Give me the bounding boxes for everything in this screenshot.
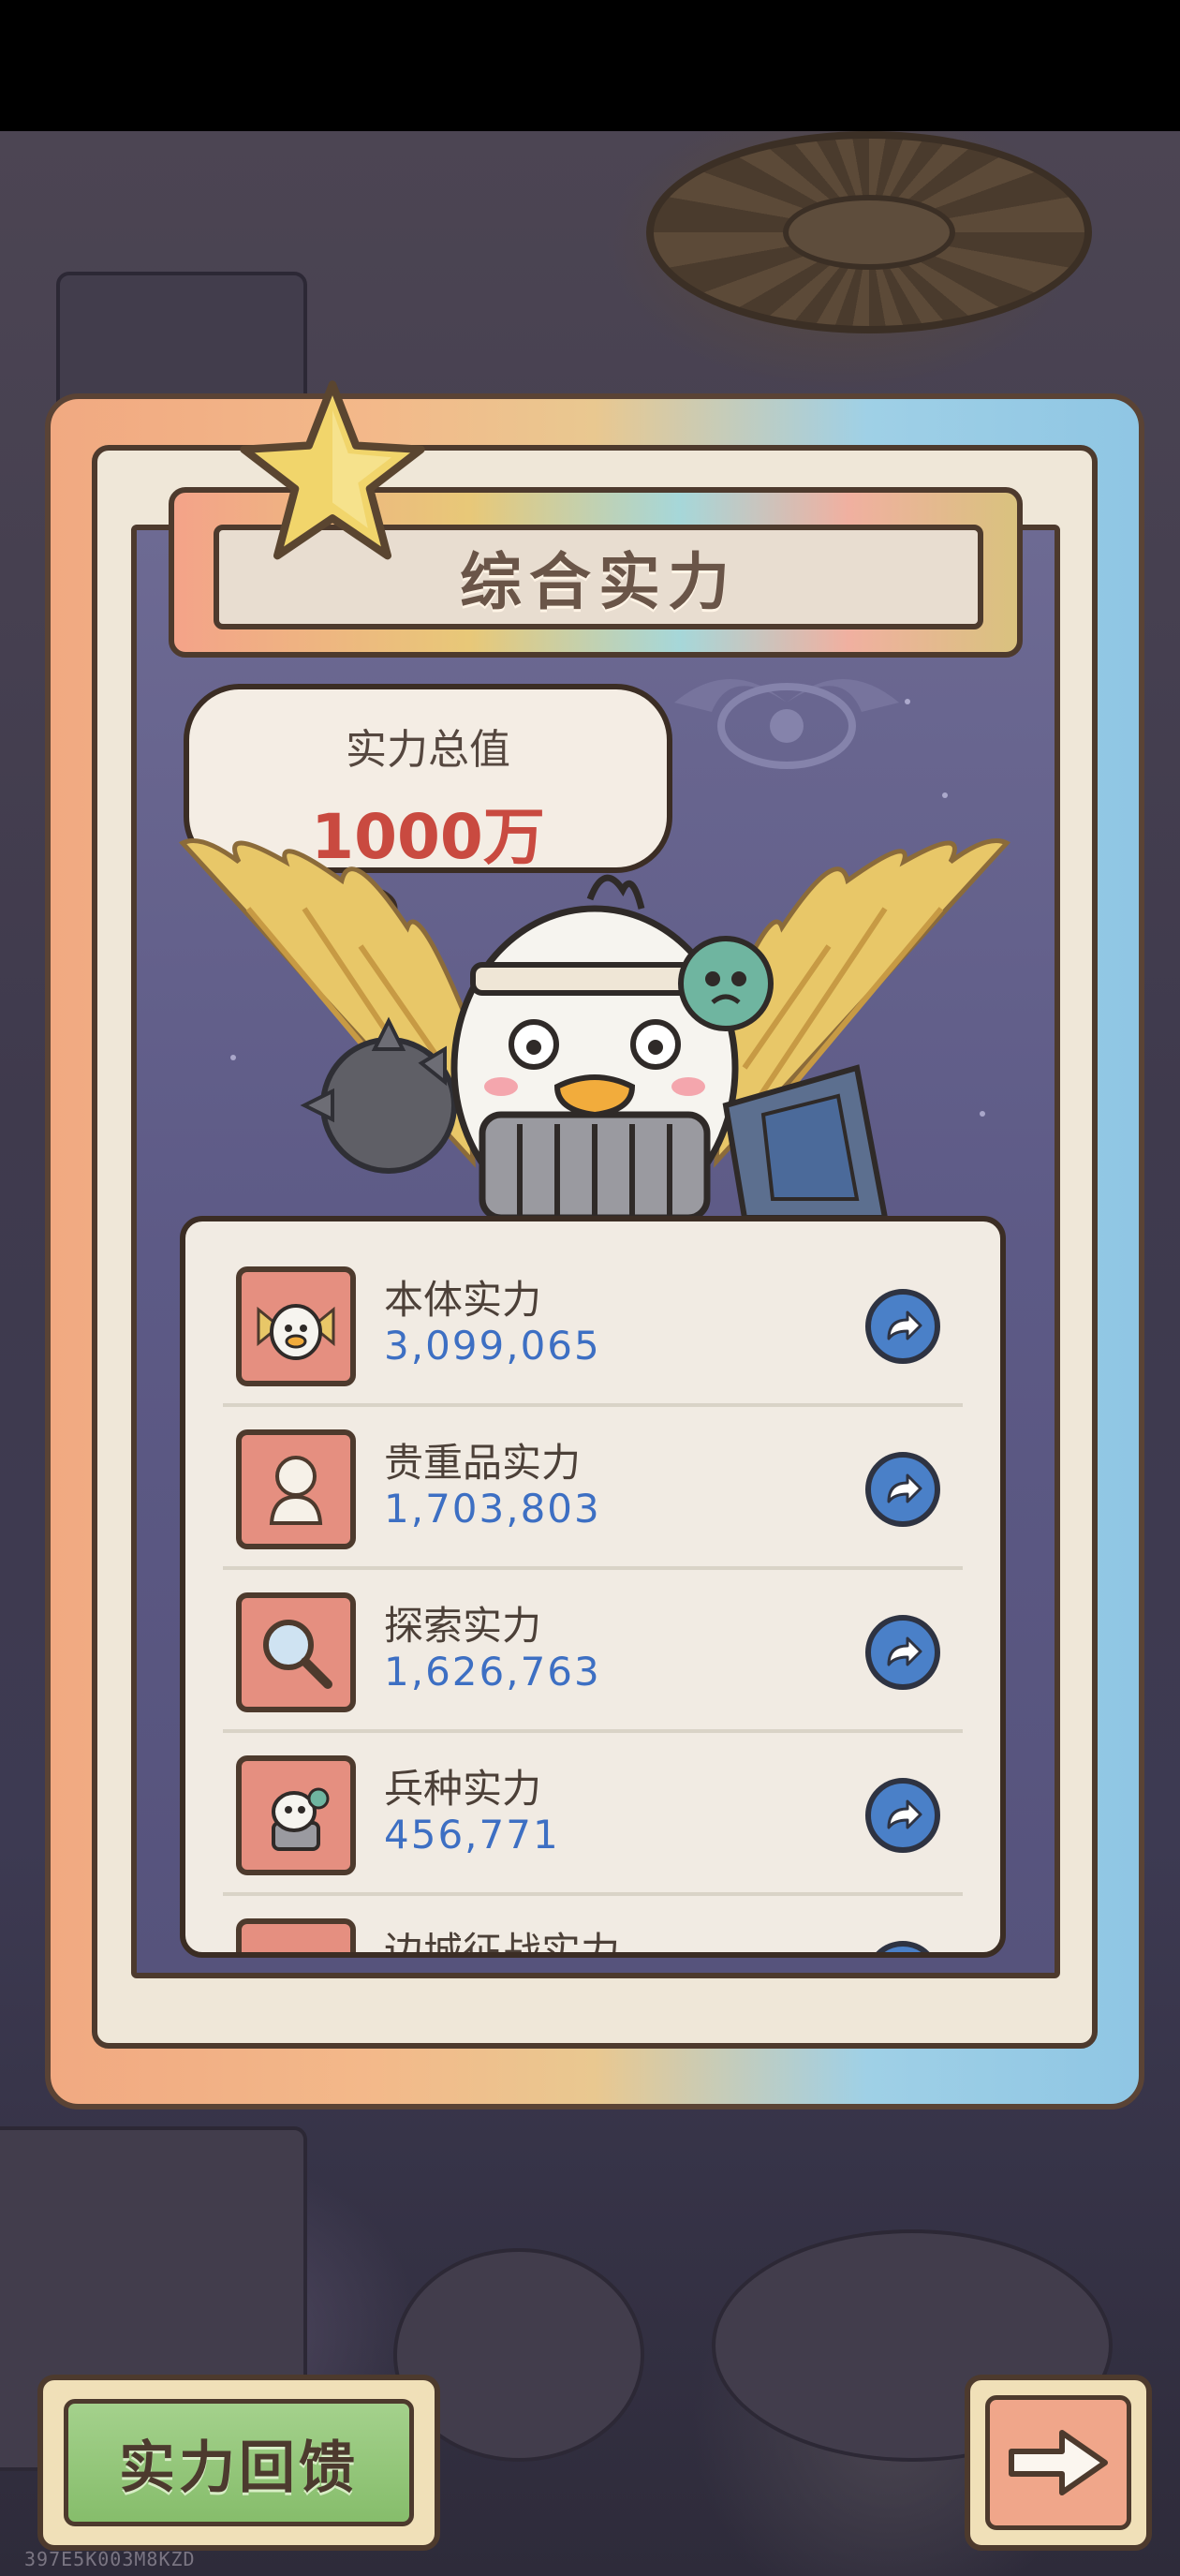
gear-decoration xyxy=(646,131,1092,333)
list-item: 本体实力 3,099,065 xyxy=(223,1240,963,1407)
magnifier-icon xyxy=(236,1592,356,1712)
go-button[interactable] xyxy=(865,1452,940,1527)
stat-name: 贵重品实力 xyxy=(384,1440,582,1486)
next-button[interactable] xyxy=(965,2375,1152,2551)
power-feedback-label: 实力回馈 xyxy=(119,2435,359,2501)
badge-icon xyxy=(678,936,774,1031)
go-button[interactable] xyxy=(865,1615,940,1690)
share-arrow-icon xyxy=(887,1636,922,1666)
share-arrow-icon xyxy=(887,1799,922,1829)
total-power-label: 实力总值 xyxy=(346,726,510,774)
list-item: 边城征战实力 xyxy=(223,1892,963,1958)
duck-knight-icon xyxy=(236,1266,356,1386)
stat-value: 3,099,065 xyxy=(384,1323,601,1369)
power-feedback-button[interactable]: 实力回馈 xyxy=(37,2375,440,2551)
soldier-duck-icon xyxy=(236,1755,356,1875)
stat-name: 本体实力 xyxy=(384,1277,542,1323)
statue-bust-icon xyxy=(236,1429,356,1549)
eye-wing-emblem xyxy=(674,679,899,769)
stat-name: 探索实力 xyxy=(384,1603,542,1649)
share-arrow-icon xyxy=(887,1473,922,1503)
list-item: 兵种实力 456,771 xyxy=(223,1729,963,1896)
panel-title: 综合实力 xyxy=(460,546,737,618)
power-breakdown-list[interactable]: 本体实力 3,099,065 贵重品实力 1,703,803 探索实力 1,62… xyxy=(180,1216,1006,1958)
list-item: 贵重品实力 1,703,803 xyxy=(223,1403,963,1570)
next-button-face xyxy=(985,2395,1131,2530)
go-button[interactable] xyxy=(865,1941,940,1952)
build-tag: 397E5K003M8KZD xyxy=(24,2548,196,2570)
partial-icon xyxy=(236,1918,356,1952)
status-bar xyxy=(0,0,1180,131)
star-icon xyxy=(240,380,425,560)
stat-value: 1,703,803 xyxy=(384,1486,601,1532)
sparkle xyxy=(942,792,948,798)
stat-value: 456,771 xyxy=(384,1812,560,1858)
go-button[interactable] xyxy=(865,1289,940,1364)
share-arrow-icon xyxy=(887,1310,922,1340)
go-button[interactable] xyxy=(865,1778,940,1853)
stat-value: 1,626,763 xyxy=(384,1649,601,1695)
hero-duck-illustration xyxy=(178,838,1011,1218)
arrow-right-icon xyxy=(1009,2430,1108,2495)
power-feedback-face: 实力回馈 xyxy=(64,2399,414,2526)
stat-name: 兵种实力 xyxy=(384,1766,542,1812)
list-item: 探索实力 1,626,763 xyxy=(223,1566,963,1733)
stat-name: 边城征战实力 xyxy=(384,1929,621,1958)
duck-icon xyxy=(450,874,739,1218)
